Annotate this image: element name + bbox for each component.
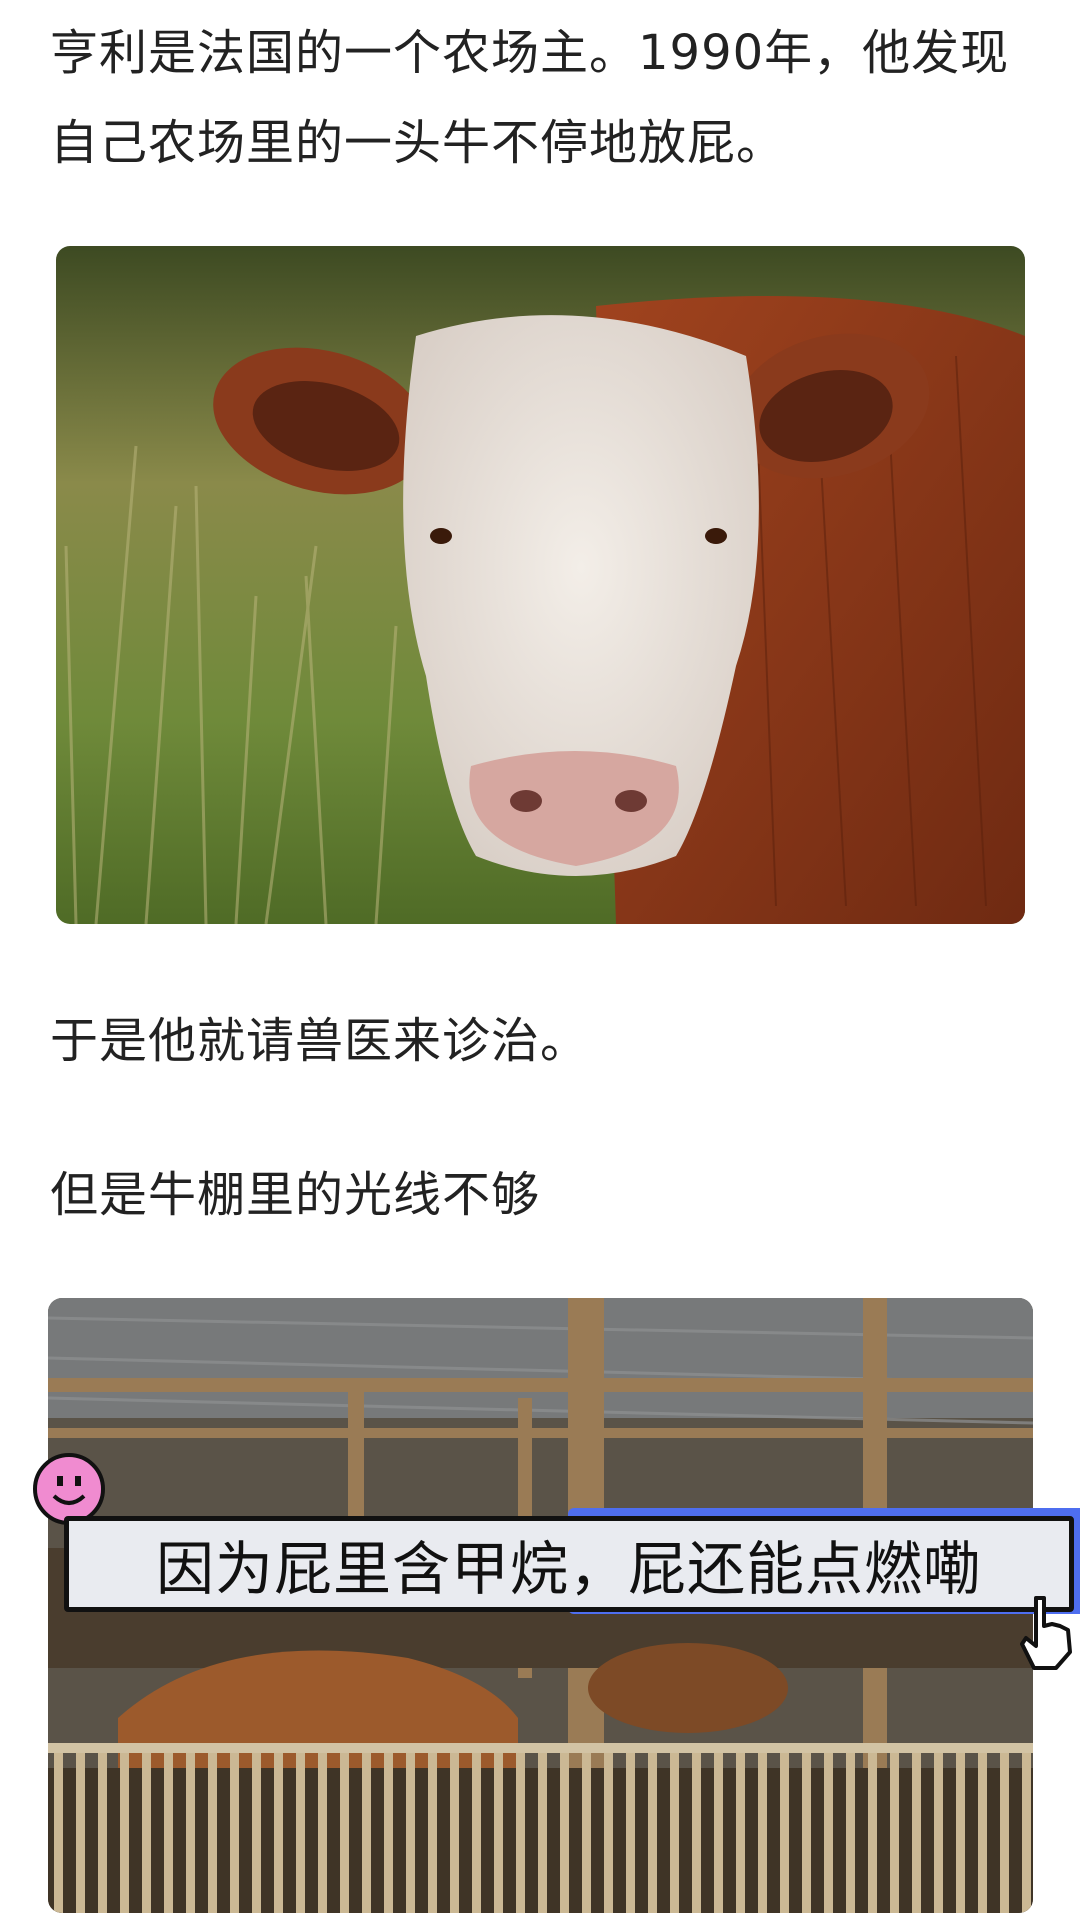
paragraph-vet: 于是他就请兽医来诊治。: [50, 1013, 590, 1069]
hand-pointer-icon: [1016, 1590, 1080, 1670]
overlay-caption: 因为屁里含甲烷，屁还能点燃嘞: [64, 1508, 1080, 1614]
caption-text: 因为屁里含甲烷，屁还能点燃嘞: [155, 1535, 982, 1603]
cow-photo: [56, 246, 1025, 924]
paragraph-light: 但是牛棚里的光线不够: [50, 1167, 541, 1223]
caption-panel: 因为屁里含甲烷，屁还能点燃嘞: [64, 1516, 1074, 1612]
paragraph-intro: 亨利是法国的一个农场主。1990年，他发现自己农场里的一头牛不停地放屁。: [50, 25, 1010, 171]
